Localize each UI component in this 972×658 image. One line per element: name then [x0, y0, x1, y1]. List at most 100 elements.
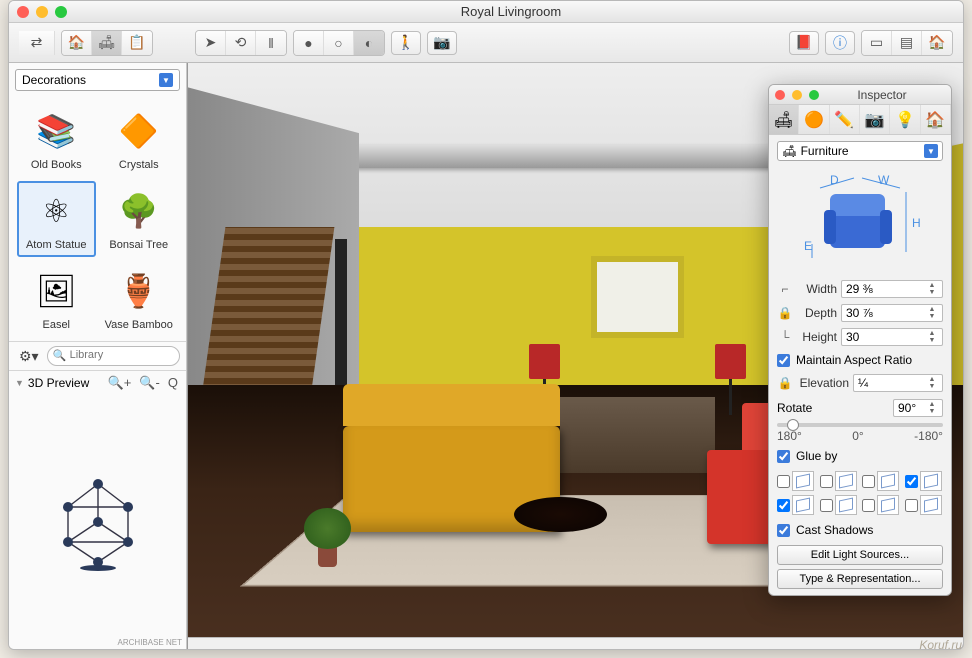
- minimize-icon[interactable]: [792, 90, 802, 100]
- width-label: Width: [797, 282, 837, 296]
- layout-group: ▭ ▤ 🏠: [861, 30, 953, 56]
- rotate-slider[interactable]: [777, 423, 943, 427]
- glue-option[interactable]: [777, 471, 816, 491]
- tab-material[interactable]: 🟠: [799, 105, 829, 134]
- inspector-title: Inspector: [819, 88, 945, 102]
- back-forward-button[interactable]: ⇄: [19, 31, 55, 55]
- object-label: Bonsai Tree: [109, 239, 168, 251]
- watermark: Koruf.ru: [919, 638, 962, 652]
- depth-field[interactable]: 30 ⅞▲▼: [841, 304, 943, 322]
- record-button[interactable]: ●: [294, 31, 324, 55]
- dimension-diagram: D W H E: [777, 167, 943, 277]
- glue-option[interactable]: [820, 471, 859, 491]
- view-list-button[interactable]: 📋: [122, 31, 152, 55]
- glue-option[interactable]: [820, 495, 859, 515]
- stepper-icon[interactable]: ▲▼: [926, 401, 938, 415]
- preview-3d[interactable]: ARCHIBASE NET: [9, 394, 186, 649]
- zoom-out-button[interactable]: 🔍-: [137, 375, 162, 391]
- height-field[interactable]: 30▲▼: [841, 328, 943, 346]
- object-type-dropdown[interactable]: 🛋 Furniture ▼: [777, 141, 943, 161]
- layout-home-button[interactable]: 🏠: [922, 31, 952, 55]
- layout-2d-button[interactable]: ▭: [862, 31, 892, 55]
- object-label: Easel: [42, 319, 70, 331]
- edit-light-button[interactable]: Edit Light Sources...: [777, 545, 943, 565]
- object-thumb-icon: ⚛: [32, 187, 80, 235]
- tab-furniture[interactable]: 🛋: [769, 105, 799, 134]
- glue-option[interactable]: [905, 471, 944, 491]
- camera-button[interactable]: 📷: [427, 31, 457, 55]
- maximize-icon[interactable]: [55, 6, 67, 18]
- cube-icon: [920, 471, 942, 491]
- glue-option[interactable]: [862, 495, 901, 515]
- pointer-tool-button[interactable]: ➤: [196, 31, 226, 55]
- zoom-reset-button[interactable]: Q: [166, 375, 180, 390]
- walk-button[interactable]: 🚶: [391, 31, 421, 55]
- gear-icon[interactable]: ⚙▾: [15, 348, 43, 365]
- stepper-icon[interactable]: ▲▼: [926, 376, 938, 390]
- tab-camera[interactable]: 📷: [860, 105, 890, 134]
- view-furniture-button[interactable]: 🏠: [62, 31, 92, 55]
- width-field[interactable]: 29 ⅜▲▼: [841, 280, 943, 298]
- height-icon: └: [777, 330, 793, 344]
- preview-header: ▼ 3D Preview 🔍+ 🔍- Q: [9, 370, 186, 394]
- record-outline-button[interactable]: ○: [324, 31, 354, 55]
- cube-icon: [877, 471, 899, 491]
- glue-option[interactable]: [777, 495, 816, 515]
- elevation-label: Elevation: [797, 376, 849, 390]
- cube-icon: [920, 495, 942, 515]
- rotate-field[interactable]: 90°▲▼: [893, 399, 943, 417]
- preview-label: 3D Preview: [28, 376, 102, 390]
- object-item[interactable]: 📚Old Books: [17, 101, 96, 177]
- slider-thumb[interactable]: [787, 419, 799, 431]
- aspect-ratio-checkbox[interactable]: Maintain Aspect Ratio: [777, 349, 943, 371]
- stepper-icon[interactable]: ▲▼: [926, 330, 938, 344]
- height-label: Height: [797, 330, 837, 344]
- window-controls: [17, 6, 67, 18]
- object-item[interactable]: 🖼Easel: [17, 261, 96, 337]
- rotate-tool-button[interactable]: ⟲: [226, 31, 256, 55]
- search-input[interactable]: [70, 349, 171, 361]
- sidebar: Decorations ▼ 📚Old Books🔶Crystals⚛Atom S…: [9, 63, 187, 649]
- minimize-icon[interactable]: [36, 6, 48, 18]
- object-item[interactable]: ⚛Atom Statue: [17, 181, 96, 257]
- inspector-body: 🛋 Furniture ▼ D W H E ⌐ Width: [769, 135, 951, 595]
- titlebar: Royal Livingroom: [9, 1, 963, 23]
- glue-checkbox[interactable]: Glue by: [777, 445, 943, 467]
- record-half-button[interactable]: ◐: [354, 31, 384, 55]
- stepper-icon[interactable]: ▲▼: [926, 306, 938, 320]
- tab-light[interactable]: 💡: [890, 105, 920, 134]
- view-seating-button[interactable]: 🛋: [92, 31, 122, 55]
- glue-option[interactable]: [862, 471, 901, 491]
- object-item[interactable]: 🏺Vase Bamboo: [100, 261, 179, 337]
- lock-icon[interactable]: 🔒: [777, 376, 793, 390]
- shadows-checkbox[interactable]: Cast Shadows: [777, 519, 943, 541]
- lock-icon[interactable]: 🔒: [777, 306, 793, 320]
- materials-button[interactable]: 📕: [789, 31, 819, 55]
- search-field[interactable]: [47, 346, 180, 366]
- width-icon: ⌐: [777, 282, 793, 296]
- chevron-down-icon: ▼: [159, 73, 173, 87]
- elevation-field[interactable]: ¼▲▼: [853, 374, 943, 392]
- layout-3d-button[interactable]: ▤: [892, 31, 922, 55]
- category-dropdown[interactable]: Decorations ▼: [15, 69, 180, 91]
- window-title: Royal Livingroom: [67, 4, 955, 19]
- object-thumb-icon: 🏺: [115, 267, 163, 315]
- object-grid: 📚Old Books🔶Crystals⚛Atom Statue🌳Bonsai T…: [9, 97, 186, 341]
- tab-edit[interactable]: ✏️: [830, 105, 860, 134]
- tab-building[interactable]: 🏠: [921, 105, 951, 134]
- pause-tool-button[interactable]: ‖: [256, 31, 286, 55]
- glue-option[interactable]: [905, 495, 944, 515]
- type-repr-button[interactable]: Type & Representation...: [777, 569, 943, 589]
- object-item[interactable]: 🔶Crystals: [100, 101, 179, 177]
- object-item[interactable]: 🌳Bonsai Tree: [100, 181, 179, 257]
- inspector-panel: Inspector 🛋 🟠 ✏️ 📷 💡 🏠 🛋 Furniture ▼ D W…: [768, 84, 952, 596]
- close-icon[interactable]: [775, 90, 785, 100]
- maximize-icon[interactable]: [809, 90, 819, 100]
- horizontal-scrollbar[interactable]: [188, 637, 963, 649]
- stepper-icon[interactable]: ▲▼: [926, 282, 938, 296]
- close-icon[interactable]: [17, 6, 29, 18]
- zoom-in-button[interactable]: 🔍+: [106, 375, 134, 391]
- e-label-icon: E: [804, 239, 812, 253]
- info-button[interactable]: ⓘ: [825, 31, 855, 55]
- disclosure-icon[interactable]: ▼: [15, 378, 24, 388]
